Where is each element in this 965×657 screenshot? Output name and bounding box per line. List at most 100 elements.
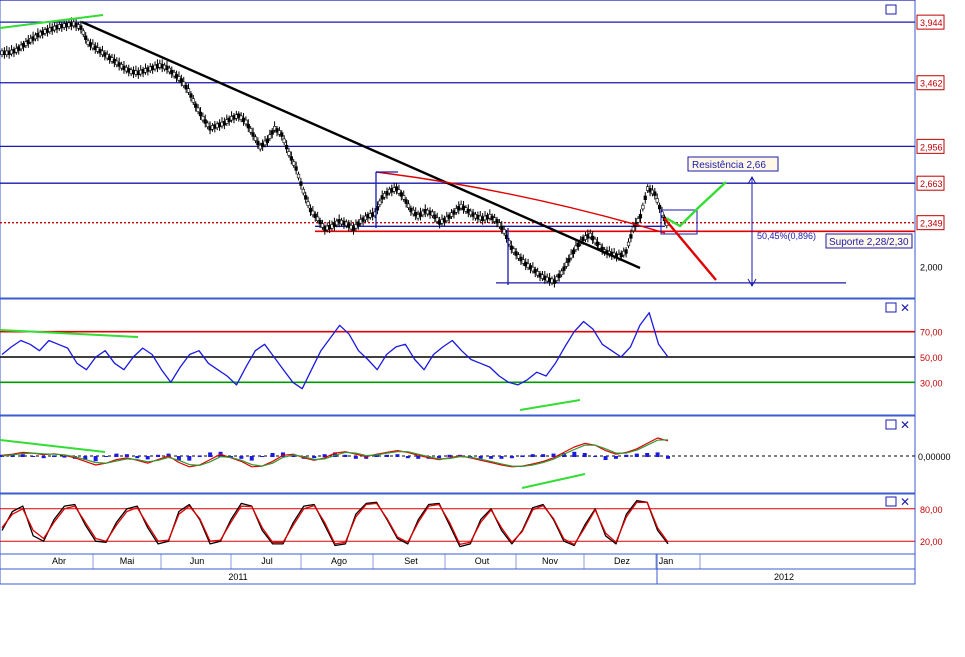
- macd-histogram-bar: [572, 451, 577, 457]
- macd-histogram-bar: [270, 453, 275, 457]
- support-label: Suporte 2,28/2,30: [829, 237, 909, 248]
- candle-body: [567, 258, 571, 263]
- macd-histogram-bar: [104, 456, 109, 457]
- candle-body: [404, 199, 408, 204]
- candle-body: [292, 161, 296, 166]
- macd-histogram-bar: [260, 456, 265, 457]
- candle-body: [629, 234, 633, 239]
- macd-histogram-bar: [124, 454, 129, 457]
- candle-body: [244, 119, 248, 125]
- candle-body: [301, 188, 305, 194]
- close-icon[interactable]: ✕: [900, 301, 910, 315]
- candle-body: [198, 111, 203, 117]
- candle-body: [270, 130, 274, 135]
- month-label: Abr: [52, 556, 66, 566]
- macd-histogram-bar: [20, 454, 25, 457]
- month-label: Nov: [542, 556, 559, 566]
- candle-body: [287, 151, 291, 156]
- macd-histogram-bar: [343, 454, 348, 457]
- macd-histogram-bar: [52, 455, 57, 457]
- stochastic-panel-frame: [0, 493, 916, 555]
- macd-histogram-bar: [145, 456, 150, 460]
- close-icon[interactable]: ✕: [900, 495, 910, 509]
- macd-histogram-bar: [156, 454, 161, 457]
- candle-body: [249, 128, 253, 133]
- macd-histogram-bar: [499, 456, 504, 459]
- stochastic-axis-label: 20,00: [920, 537, 943, 547]
- candle-body: [289, 156, 293, 161]
- candle-body: [282, 138, 286, 144]
- price-tick-label: 2,349: [920, 219, 943, 229]
- candle-body: [502, 229, 506, 234]
- candle-body: [658, 204, 662, 210]
- macd-histogram-bar: [489, 456, 494, 459]
- macd-histogram-bar: [530, 454, 535, 457]
- candle-body: [194, 103, 198, 108]
- candle-body: [284, 144, 289, 150]
- stochastic-axis-label: 80,00: [920, 505, 943, 515]
- rsi-axis-label: 70,00: [920, 328, 943, 338]
- macd-histogram-bar: [312, 456, 317, 459]
- candle-body: [296, 173, 301, 179]
- macd-histogram-bar: [31, 456, 36, 457]
- candle-body: [268, 134, 272, 139]
- price-tick-label: 2,956: [920, 142, 943, 152]
- technical-chart: Resistência 2,66 Suporte 2,28/2,30 50,45%(…: [0, 0, 951, 585]
- close-icon[interactable]: ✕: [900, 418, 910, 432]
- candle-body: [378, 200, 382, 206]
- macd-histogram-bar: [395, 454, 400, 457]
- candle-body: [256, 140, 260, 146]
- macd-histogram-bar: [582, 453, 587, 457]
- price-axis: 3,944 3,462 2,956 2,663 2,349 2,000: [916, 14, 945, 273]
- month-label: Dez: [614, 556, 631, 566]
- resistance-label: Resistência 2,66: [692, 160, 766, 171]
- macd-histogram-bar: [509, 456, 514, 459]
- price-tick-label: 2,663: [920, 179, 943, 189]
- rsi-axis-label: 50,00: [920, 353, 943, 363]
- candle-body: [571, 249, 576, 255]
- year-label: 2012: [774, 572, 794, 582]
- price-tick-label: 3,462: [920, 79, 943, 89]
- macd-histogram-bar: [603, 456, 608, 460]
- macd-histogram-bar: [437, 456, 442, 459]
- candle-body: [246, 123, 250, 129]
- macd-histogram-bar: [624, 454, 629, 457]
- candle-body: [643, 195, 647, 201]
- macd-histogram-bar: [239, 456, 244, 459]
- macd-histogram-bar: [353, 456, 358, 459]
- macd-histogram-bar: [655, 452, 660, 457]
- macd-histogram-bar: [385, 454, 390, 457]
- candle-body: [569, 253, 573, 259]
- candle-body: [559, 270, 564, 276]
- macd-histogram-bar: [520, 455, 525, 457]
- candle-body: [81, 30, 85, 35]
- candle-body: [564, 262, 568, 267]
- candle-body: [280, 132, 284, 137]
- price-tick-label: 2,000: [920, 263, 943, 273]
- candle-body: [638, 214, 643, 219]
- macd-histogram-bar: [187, 456, 192, 461]
- candle-body: [562, 266, 566, 271]
- price-tick-label: 3,944: [920, 18, 943, 28]
- macd-histogram-bar: [197, 455, 202, 457]
- macd-histogram-bar: [416, 456, 421, 459]
- candle-body: [306, 201, 310, 206]
- month-label: Jul: [261, 556, 273, 566]
- macd-axis-label: 0,00000: [918, 452, 951, 462]
- candle-body: [251, 132, 255, 137]
- candle-body: [196, 107, 200, 112]
- macd-histogram-bar: [93, 456, 98, 462]
- candle-body: [79, 25, 83, 30]
- macd-histogram-bar: [41, 456, 46, 459]
- candle-body: [631, 226, 635, 232]
- rsi-axis-label: 30,00: [920, 378, 943, 388]
- candle-body: [402, 195, 406, 200]
- month-label: Mai: [120, 556, 135, 566]
- price-panel-frame: [0, 0, 916, 299]
- candle-body: [304, 195, 308, 200]
- year-label: 2011: [228, 572, 247, 582]
- candle-body: [265, 138, 270, 144]
- macd-histogram-bar: [593, 456, 598, 457]
- candle-body: [191, 98, 195, 103]
- month-label: Jun: [190, 556, 205, 566]
